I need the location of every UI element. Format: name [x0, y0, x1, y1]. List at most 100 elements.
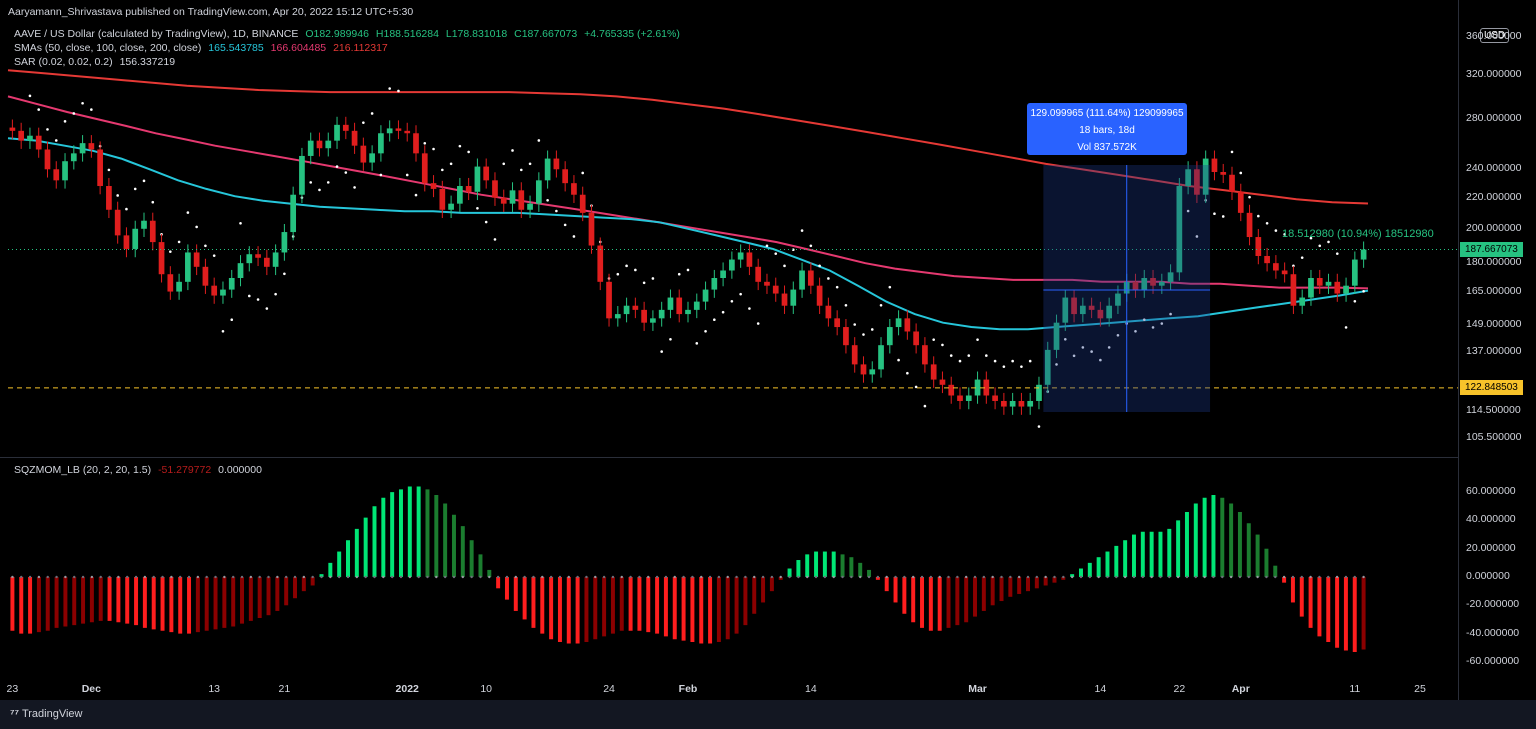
squeeze-dot [311, 575, 314, 579]
sar-dot [63, 120, 67, 123]
candle-body [290, 194, 297, 233]
sar-dot [651, 277, 655, 280]
price-tick-label: 149.000000 [1466, 317, 1522, 330]
candle-body [158, 242, 165, 275]
candle-body [588, 212, 595, 246]
squeeze-dot [258, 575, 261, 579]
squeeze-dot [170, 575, 173, 579]
sar-dot [976, 338, 979, 341]
candle-body [351, 130, 358, 146]
sar-dot [467, 150, 470, 154]
candle-body [1281, 270, 1288, 275]
candle-body [421, 153, 428, 184]
squeeze-dot [1318, 575, 1321, 579]
time-tick-label: Mar [968, 683, 987, 695]
squeeze-dot [1247, 575, 1250, 579]
candle-body [886, 327, 893, 346]
sar-dot [879, 303, 883, 307]
time-tick-label: 25 [1414, 683, 1426, 695]
squeeze-dot [911, 575, 915, 579]
squeeze-dot [708, 575, 712, 579]
candle-body [342, 124, 349, 131]
sma-legend[interactable]: SMAs (50, close, 100, close, 200, close)… [14, 42, 392, 54]
candle-body [571, 183, 577, 195]
sar-dot [677, 272, 681, 276]
sar-dot [90, 108, 93, 111]
candle-body [263, 257, 270, 267]
squeeze-dot [1035, 575, 1039, 579]
squeeze-dot [1168, 575, 1171, 579]
sar-dot [967, 354, 971, 357]
momentum-tick-label: 40.000000 [1466, 513, 1516, 526]
squeeze-dot [1026, 575, 1030, 579]
sar-dot [730, 299, 734, 303]
candle-body [1290, 274, 1297, 306]
candle-body [720, 270, 726, 279]
sar-dot [985, 354, 988, 357]
sar-dot [800, 229, 804, 232]
squeeze-dot [1203, 575, 1206, 579]
sar-dot [256, 298, 260, 301]
sar-dot [344, 171, 348, 174]
squeeze-dot [1185, 575, 1189, 579]
candle-body [527, 203, 533, 210]
time-tick-label: Feb [678, 683, 698, 695]
squeeze-dot [779, 575, 782, 579]
squeeze-dot [373, 575, 376, 579]
candle-body [369, 153, 375, 163]
candle-body [62, 161, 68, 181]
squeeze-dot [355, 575, 359, 579]
candle-body [35, 135, 42, 150]
squeeze-dot [293, 575, 297, 579]
sar-dot [634, 268, 637, 272]
squeeze-dot [346, 575, 350, 579]
squeeze-dot [205, 575, 208, 579]
sar-dot [212, 254, 216, 257]
squeeze-dot [770, 575, 774, 579]
sar-dot [669, 337, 672, 341]
squeeze-dot [1000, 575, 1003, 579]
squeeze-dot [320, 575, 323, 579]
candle-body [834, 318, 841, 328]
squeeze-dot [1309, 575, 1312, 579]
squeeze-dot [717, 575, 721, 579]
sar-legend[interactable]: SAR (0.02, 0.02, 0.2) 156.337219 [14, 56, 179, 68]
squeeze-dot [470, 575, 473, 579]
sar-dot [484, 220, 488, 224]
squeeze-dot [700, 575, 703, 579]
squeeze-dot [691, 575, 694, 579]
squeeze-dot [1088, 575, 1092, 579]
sar-dot [116, 194, 119, 197]
candle-body [895, 318, 902, 328]
squeeze-dot [549, 575, 553, 579]
candle-body [53, 169, 60, 181]
squeeze-dot [249, 575, 253, 579]
sar-dot [862, 333, 865, 336]
sar-dot [1335, 252, 1339, 255]
trading-chart[interactable] [0, 0, 1536, 729]
ohlc-high: H188.516284 [375, 28, 439, 40]
candle-body [457, 186, 463, 204]
candle-body [448, 203, 454, 210]
squeeze-dot [1123, 575, 1127, 579]
measure-line-1: 129.099965 (111.64%) 129099965 [1030, 108, 1184, 119]
squeeze-dot [735, 575, 738, 579]
candle-body [1246, 212, 1253, 238]
measure-tooltip: 129.099965 (111.64%) 129099965 18 bars, … [1027, 103, 1187, 155]
candle-body [465, 186, 472, 192]
sqzmom-legend[interactable]: SQZMOM_LB (20, 2, 20, 1.5) -51.279772 0.… [14, 464, 266, 476]
sar-dot [537, 139, 541, 142]
candle-body [851, 345, 858, 365]
symbol-title: AAVE / US Dollar (calculated by TradingV… [14, 28, 299, 40]
sar-dot [274, 292, 277, 296]
tradingview-logo[interactable]: ⁷⁷ TradingView [10, 708, 82, 720]
candle-body [1018, 400, 1025, 407]
squeeze-dot [231, 575, 235, 579]
price-tick-label: 180.000000 [1466, 256, 1522, 269]
squeeze-dot [81, 575, 85, 579]
time-tick-label: 21 [278, 683, 291, 695]
candle-body [746, 252, 753, 267]
squeeze-dot [523, 575, 526, 579]
sar-dot [177, 240, 181, 244]
sar-dot [853, 323, 857, 326]
